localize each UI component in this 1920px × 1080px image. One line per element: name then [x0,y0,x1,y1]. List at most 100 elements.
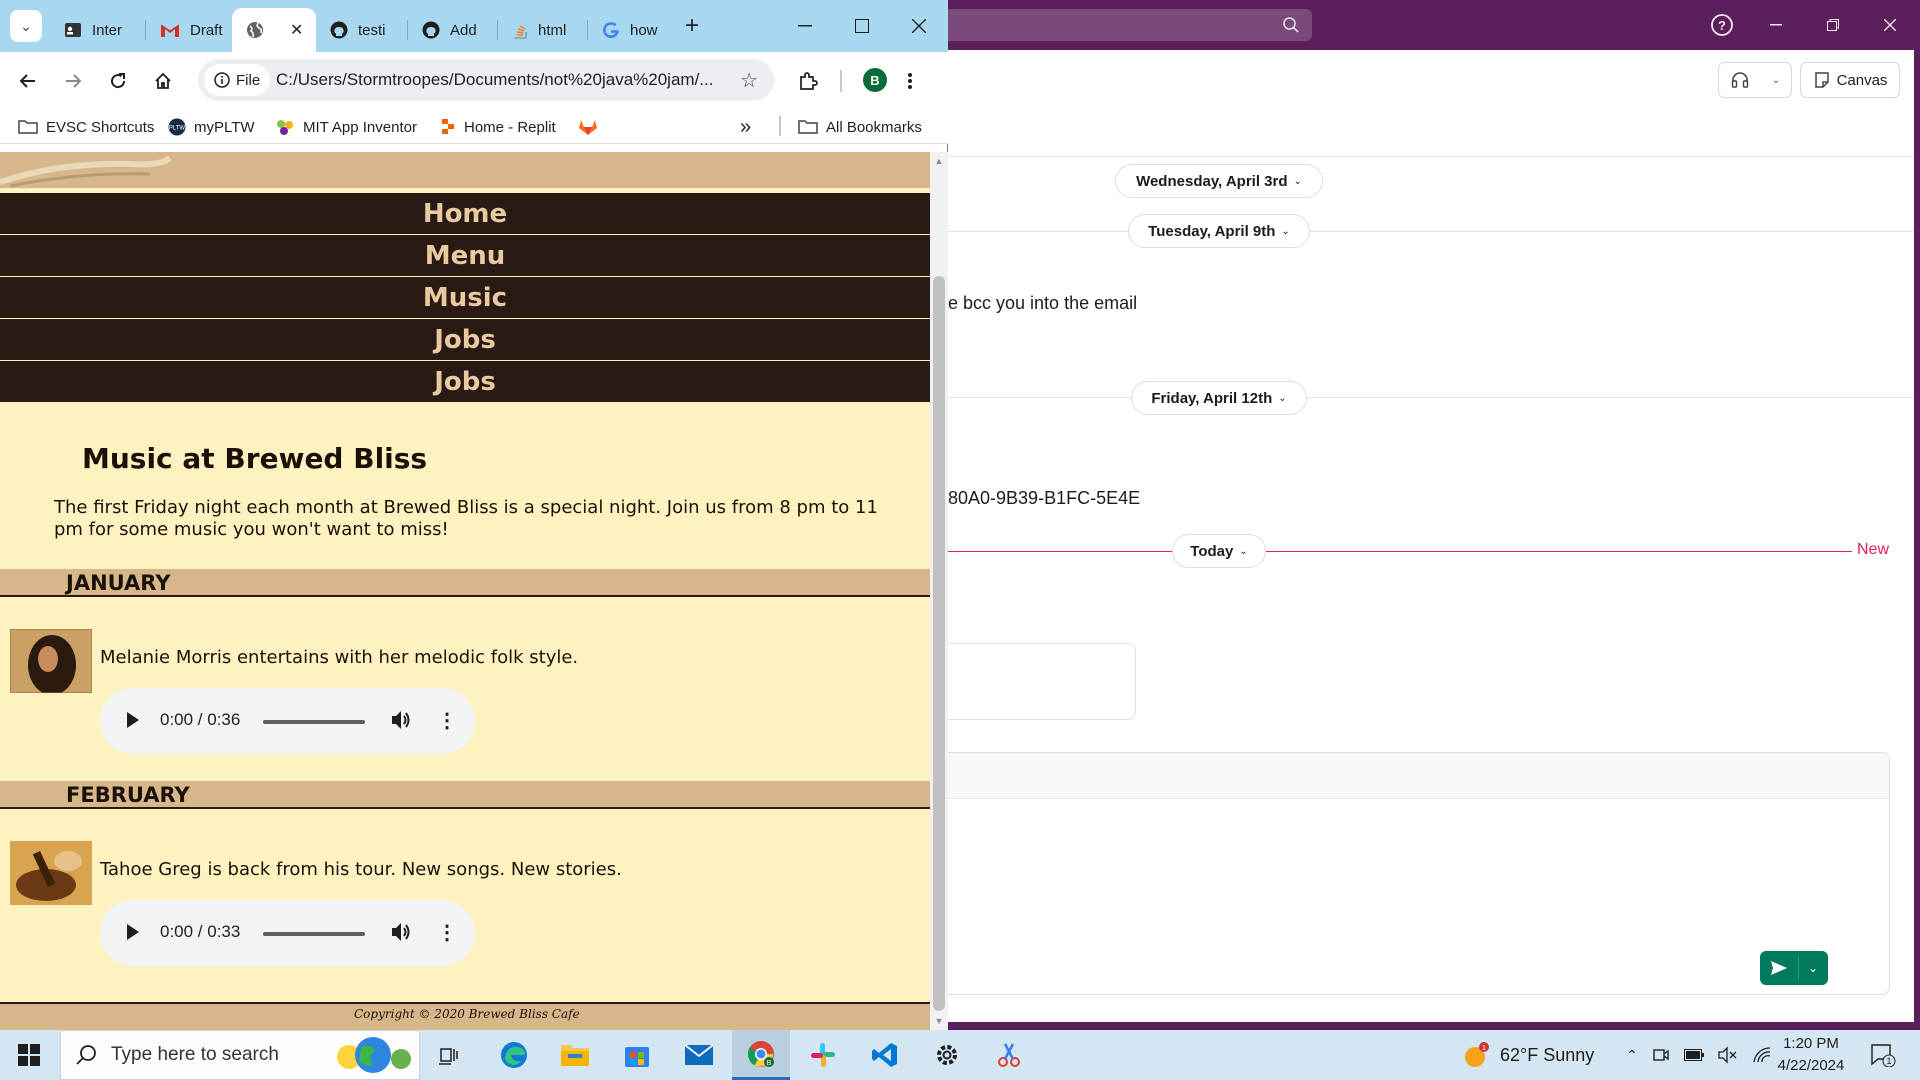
chevron-down-icon: ⌄ [1281,225,1290,237]
more-options-icon[interactable]: ⋮ [437,708,457,733]
page-scrollbar[interactable]: ▲ ▼ [930,152,948,1030]
play-icon[interactable] [126,711,140,729]
tab-how[interactable]: how [588,8,676,52]
meet-now-icon[interactable] [1652,1046,1670,1064]
profile-avatar[interactable]: B [863,68,887,92]
bookmark-evsc[interactable]: EVSC Shortcuts [18,116,154,138]
chrome-taskbar-icon[interactable]: B [732,1030,790,1080]
nav-home[interactable]: Home [0,193,930,235]
slack-search-bar[interactable] [920,9,1312,41]
day-divider-apr3[interactable]: Wednesday, April 3rd ⌄ [1115,164,1323,198]
new-messages-label: New [1857,541,1890,558]
day-divider-apr12[interactable]: Friday, April 12th ⌄ [1131,381,1307,415]
back-icon[interactable] [12,65,44,97]
close-icon[interactable] [904,12,934,40]
weather-widget[interactable]: 1 62°F Sunny [1462,1030,1594,1080]
scroll-up-icon[interactable]: ▲ [934,156,944,166]
help-icon[interactable]: ? [1709,12,1735,38]
send-button[interactable]: ⌄ [1760,951,1828,985]
battery-icon[interactable] [1683,1049,1704,1061]
play-icon[interactable] [126,923,140,941]
tab-active-page[interactable]: ✕ [232,8,316,52]
attachment-card[interactable] [948,643,1136,720]
day-divider-today[interactable]: Today ⌄ [1172,534,1266,568]
vscode-icon[interactable] [856,1030,914,1080]
bookmark-mit-app-inventor[interactable]: MIT App Inventor [275,116,417,138]
tab-inter[interactable]: Inter [50,8,146,52]
all-bookmarks-button[interactable]: All Bookmarks [798,116,922,138]
microsoft-store-icon[interactable] [608,1030,666,1080]
send-icon[interactable] [1760,951,1798,985]
day-label: Wednesday, April 3rd [1136,172,1288,190]
audio-player[interactable]: 0:00 / 0:33 ⋮ [100,900,475,966]
tab-search-button[interactable]: ⌄ [10,10,42,42]
address-bar[interactable]: File C:/Users/Stormtroopes/Documents/not… [198,59,774,101]
minimize-icon[interactable] [790,12,820,40]
nav-jobs[interactable]: Jobs [0,319,930,361]
more-bookmarks-icon[interactable]: » [740,116,751,138]
volume-muted-icon[interactable] [1718,1046,1738,1064]
day-divider-apr9[interactable]: Tuesday, April 9th ⌄ [1128,214,1310,248]
slack-close-icon[interactable] [1877,12,1903,38]
audio-player[interactable]: 0:00 / 0:36 ⋮ [100,688,475,754]
volume-icon[interactable] [390,921,414,943]
bookmark-mypltw[interactable]: PLTW myPLTW [168,116,255,138]
task-view-icon[interactable] [420,1030,478,1080]
slack-icon[interactable] [794,1030,852,1080]
chevron-down-icon: ⌄ [20,17,32,34]
close-tab-icon[interactable]: ✕ [290,20,303,40]
bookmark-star-icon[interactable]: ☆ [740,68,758,93]
audio-progress-track[interactable] [263,932,365,936]
scroll-thumb[interactable] [933,276,945,1011]
tab-title: Add [450,21,477,39]
tab-html[interactable]: html [498,8,588,52]
chevron-down-icon[interactable]: ⌄ [1799,951,1827,985]
day-label: Today [1190,542,1234,560]
chrome-window: ⌄ Inter Draft ✕ testi Add html how + Fil… [0,0,948,1030]
bookmark-gitlab[interactable] [578,116,598,138]
browser-toolbar: File C:/Users/Stormtroopes/Documents/not… [0,52,948,108]
volume-icon[interactable] [390,709,414,731]
message-text: 80A0-9B39-B1FC-5E4E [948,488,1141,508]
slack-restore-icon[interactable] [1820,12,1846,38]
snipping-tool-icon[interactable] [980,1030,1038,1080]
app-inventor-icon [277,120,293,135]
more-options-icon[interactable]: ⋮ [437,920,457,945]
tab-add[interactable]: Add [408,8,498,52]
forward-icon[interactable] [57,65,89,97]
home-icon[interactable] [147,65,179,97]
tab-testi[interactable]: testi [316,8,408,52]
mail-icon[interactable] [670,1030,728,1080]
windows-start-icon[interactable] [0,1030,58,1080]
site-info-chip[interactable]: File [204,64,270,96]
slack-minimize-icon[interactable] [1763,12,1789,38]
kebab-menu-icon[interactable] [894,65,926,97]
taskbar-clock[interactable]: 1:20 PM 4/22/2024 [1766,1033,1856,1077]
tab-draft[interactable]: Draft [146,8,232,52]
maximize-icon[interactable] [847,12,877,40]
nav-jobs-2[interactable]: Jobs [0,361,930,403]
bookmark-replit[interactable]: Home - Replit [440,116,556,138]
bookmark-label: MIT App Inventor [303,118,417,136]
canvas-button[interactable]: Canvas [1800,62,1900,98]
reload-icon[interactable] [102,65,134,97]
edge-icon[interactable] [485,1030,543,1080]
settings-gear-icon[interactable] [918,1030,976,1080]
nav-menu[interactable]: Menu [0,235,930,277]
scroll-down-icon[interactable]: ▼ [934,1016,944,1026]
notifications-icon[interactable]: 1 [1870,1030,1896,1080]
extensions-icon[interactable] [792,65,824,97]
nav-music[interactable]: Music [0,277,930,319]
file-explorer-icon[interactable] [546,1030,604,1080]
github-icon [422,21,440,39]
audio-progress-track[interactable] [263,720,365,724]
chevron-up-icon[interactable]: ⌃ [1626,1047,1638,1064]
message-composer[interactable]: ⌄ [948,752,1890,995]
clock-date: 4/22/2024 [1777,1057,1845,1074]
month-header-february: FEBRUARY [0,781,930,809]
chevron-down-icon: ⌄ [1278,392,1287,404]
huddle-button[interactable]: ⌄ [1718,62,1792,98]
new-tab-icon[interactable]: + [676,10,708,42]
url-text[interactable]: C:/Users/Stormtroopes/Documents/not%20ja… [276,70,713,90]
taskbar-search[interactable]: Type here to search [60,1030,420,1080]
